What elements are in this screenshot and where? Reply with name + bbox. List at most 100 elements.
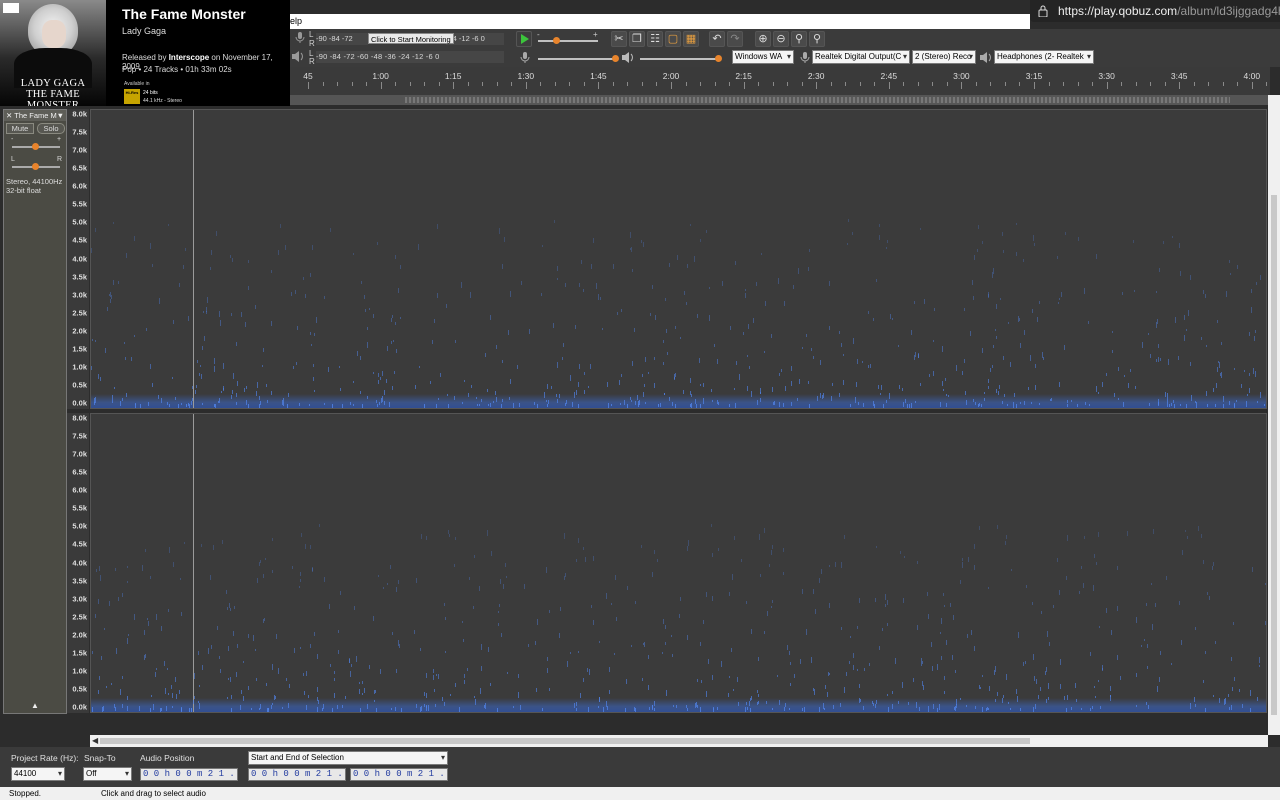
copy-button[interactable]: ❐ [629,31,645,47]
zoom-out-button[interactable]: ⊖ [773,31,789,47]
spectrogram-energy-mark [1230,656,1232,662]
selection-mode-select[interactable]: Start and End of Selection [248,751,448,765]
spectrogram-energy-mark [500,579,502,584]
spectrogram-energy-mark [1127,383,1129,389]
spectrogram-energy-mark [94,401,96,405]
spectrogram-energy-mark [513,403,515,408]
album-cover-image[interactable]: LADY GAGA THE FAME MONSTER [0,0,106,106]
play-meter-speaker-icon[interactable] [291,50,305,63]
spectrogram-energy-mark [195,385,197,388]
rec-meter-scale[interactable]: -90 -84 -72 [316,33,368,45]
paste-button[interactable]: ☷ [647,31,663,47]
start-monitoring-tooltip[interactable]: Click to Start Monitoring [368,33,454,44]
spectrogram-energy-mark [437,674,439,679]
audio-position-field[interactable]: 0 0 h 0 0 m 2 1 . 0 9 9 s [140,768,238,781]
undo-button[interactable]: ↶ [709,31,725,47]
spectrogram-energy-mark [986,707,988,711]
collapse-track-icon[interactable]: ▲ [4,701,66,713]
spectrogram-energy-mark [886,400,888,404]
spectrogram-energy-mark [1071,706,1073,711]
solo-button[interactable]: Solo [37,123,65,134]
track-menu-chevron-icon[interactable]: ▼ [57,110,64,121]
recording-channels-select[interactable]: 2 (Stereo) Reco [912,50,976,64]
spectrogram-energy-mark [285,677,287,682]
spectrogram-energy-mark [992,268,994,274]
spectrogram-energy-mark [711,399,713,402]
recording-volume-knob[interactable] [612,55,619,62]
record-meter-mic-icon[interactable] [294,31,306,44]
album-artist-link[interactable]: Lady Gaga [122,26,166,36]
project-rate-select[interactable]: 44100 [11,767,65,781]
snap-to-select[interactable]: Off [83,767,132,781]
track-name[interactable]: The Fame M [14,111,57,120]
menu-help[interactable]: elp [290,16,302,26]
zoom-in-button[interactable]: ⊕ [755,31,771,47]
spectrogram-energy-mark [813,689,815,695]
track-control-panel: ✕ The Fame M ▼ Mute Solo - + L R Stereo,… [3,109,67,714]
mute-button[interactable]: Mute [6,123,34,134]
silence-button[interactable]: ▦ [683,31,699,47]
spectrogram-energy-mark [917,561,919,565]
spectrogram-energy-mark [233,631,235,636]
timeline-overview-strip[interactable] [290,95,1270,105]
spectrogram-channel-left[interactable] [90,109,1267,409]
playback-volume-slider[interactable] [640,58,720,60]
fit-project-icon: ⚲ [812,33,822,45]
spectrogram-energy-mark [243,695,245,702]
spectrogram-energy-mark [210,575,212,581]
timeline-tick-mark [453,82,455,89]
spectrogram-energy-mark [161,626,163,631]
spectrogram-energy-mark [1015,403,1017,408]
playback-volume-knob[interactable] [715,55,722,62]
track-header[interactable]: ✕ The Fame M ▼ [4,110,66,121]
fit-project-button[interactable]: ⚲ [809,31,825,47]
rec-meter-scale-right[interactable]: -24 -12 -6 0 [446,33,504,45]
audio-host-select[interactable]: Windows WA [732,50,794,64]
recording-volume-slider[interactable] [538,58,618,60]
spectrogram-energy-mark [159,298,161,305]
selection-end-field[interactable]: 0 0 h 0 0 m 2 1 . 0 9 9 s [350,768,448,781]
trim-button[interactable]: ▢ [665,31,681,47]
gain-knob[interactable] [32,143,39,150]
horizontal-scrollbar[interactable] [90,735,1268,747]
fit-selection-button[interactable]: ⚲ [791,31,807,47]
spectrogram-energy-mark [446,304,448,308]
spectrogram-energy-mark [962,562,964,568]
selection-start-field[interactable]: 0 0 h 0 0 m 2 1 . 0 9 9 s [248,768,346,781]
cut-button[interactable]: ✂ [611,31,627,47]
recording-device-select[interactable]: Realtek Digital Output(C [812,50,910,64]
redo-button[interactable]: ↷ [727,31,743,47]
spectrogram-energy-mark [263,347,265,353]
play-speed-slider[interactable] [538,40,598,42]
spectrogram-energy-mark [1003,250,1005,253]
spectrogram-channel-right[interactable] [90,413,1267,713]
play-speed-knob[interactable] [553,37,560,44]
spectrogram-energy-mark [1186,536,1188,539]
browser-url-bar[interactable]: https://play.qobuz.com/album/ld3ijggadg4… [1030,0,1280,22]
spectrogram-energy-mark [548,687,550,691]
spectrogram-energy-mark [226,696,228,700]
url-text[interactable]: https://play.qobuz.com/album/ld3ijggadg4… [1058,4,1280,18]
spectrogram-energy-mark [219,656,221,659]
vertical-scrollbar[interactable] [1268,95,1280,735]
label-link[interactable]: Interscope [169,53,209,62]
spectrogram-energy-mark [373,689,375,695]
spectrogram-energy-mark [1231,705,1233,711]
play-meter-scale[interactable]: -90 -84 -72 -60 -48 -36 -24 -12 -6 0 [316,51,504,63]
horizontal-scroll-thumb[interactable] [100,738,1030,744]
close-track-icon[interactable]: ✕ [6,111,12,120]
spectrogram-energy-mark [455,537,457,541]
pan-knob[interactable] [32,163,39,170]
scroll-left-arrow-icon[interactable]: ◀ [92,736,98,745]
spectrogram-energy-mark [251,707,253,711]
spectrogram-energy-mark [1040,687,1042,692]
vertical-scroll-thumb[interactable] [1271,195,1277,715]
play-button[interactable] [516,31,532,47]
spectrogram-energy-mark [236,380,238,386]
spectrogram-energy-mark [207,297,209,304]
spectrogram-energy-mark [230,694,232,699]
playback-device-select[interactable]: Headphones (2- Realtek [994,50,1094,64]
frequency-label: 1.5k [72,648,87,658]
spectrogram-energy-mark [415,385,417,389]
spectrogram-energy-mark [1005,673,1007,680]
